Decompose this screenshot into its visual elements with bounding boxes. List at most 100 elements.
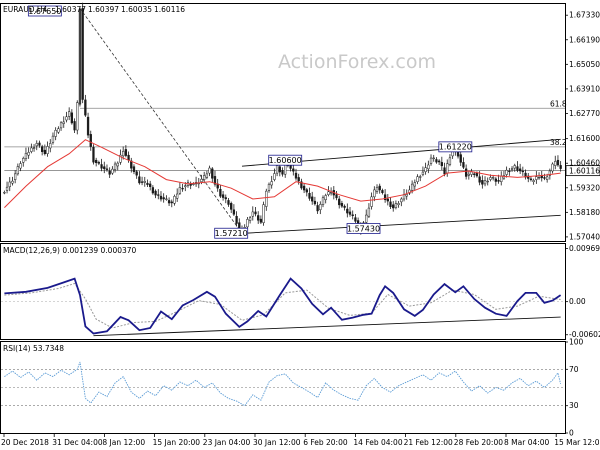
candle-body — [103, 166, 106, 170]
candle-body — [554, 161, 557, 166]
candle-body — [124, 149, 128, 156]
x-tick-label-7: 14 Feb 04:00 — [353, 438, 402, 447]
candle-body — [38, 142, 41, 146]
macd-ytick-label-1: 0.00 — [569, 297, 586, 306]
candle-body — [270, 181, 273, 186]
candle-body — [95, 159, 98, 163]
candle-body — [473, 173, 476, 175]
candle-body — [375, 186, 379, 192]
candle-body — [556, 159, 560, 166]
candle-body — [14, 173, 17, 180]
candle-body — [381, 190, 384, 193]
candle-body — [92, 147, 95, 163]
annotation-label-4: 1.57430 — [347, 224, 380, 233]
candle-body — [335, 194, 338, 199]
candle-body — [292, 168, 295, 172]
candle-body — [281, 170, 284, 175]
candle-body — [154, 190, 157, 196]
price-ytick-label-8: 1.58180 — [569, 208, 600, 217]
candle-body — [421, 171, 425, 175]
candle-body — [351, 214, 354, 216]
candle-body — [294, 172, 298, 179]
candle-body — [89, 134, 92, 147]
candle-body — [513, 165, 516, 169]
candle-body — [278, 166, 281, 173]
candle-body — [559, 165, 562, 169]
candle-body — [105, 168, 109, 170]
candle-body — [32, 147, 36, 149]
annotation-label-1: 1.60600 — [269, 156, 302, 165]
candle-body — [65, 116, 68, 121]
watermark: ActionForex.com — [278, 51, 436, 73]
price-ytick-label-1: 1.66190 — [569, 35, 600, 44]
candle-body — [343, 205, 346, 208]
candle-body — [481, 180, 484, 185]
candle-body — [419, 176, 422, 178]
candle-body — [46, 146, 49, 154]
candle-body — [516, 166, 519, 171]
candle-body — [424, 167, 427, 172]
candle-body — [16, 166, 20, 175]
candle-body — [348, 211, 352, 215]
candle-body — [413, 182, 416, 187]
candle-body — [122, 151, 125, 157]
candle-body — [149, 183, 152, 187]
candle-body — [246, 219, 249, 228]
candle-body — [429, 157, 433, 164]
candle-body — [54, 130, 57, 137]
candle-body — [405, 194, 408, 197]
candle-body — [313, 200, 317, 205]
price-ytick-label-5: 1.61600 — [569, 134, 600, 143]
annotation-label-3: 1.57210 — [215, 229, 248, 238]
x-tick-label-3: 15 Jan 20:00 — [153, 438, 201, 447]
x-tick-label-1: 31 Dec 04:00 — [52, 438, 103, 447]
candle-body — [5, 186, 9, 191]
candle-body — [467, 173, 470, 176]
candle-body — [27, 152, 30, 156]
candle-body — [367, 207, 371, 217]
candle-body — [200, 178, 203, 183]
candle-body — [354, 217, 357, 222]
candle-body — [451, 151, 454, 157]
candle-body — [316, 205, 319, 212]
x-tick-label-8: 21 Feb 12:00 — [404, 438, 453, 447]
rsi-ytick-label-3: 0 — [569, 429, 574, 438]
candle-body — [111, 168, 114, 174]
candle-body — [100, 164, 103, 169]
candle-body — [302, 185, 306, 191]
candle-body — [297, 177, 300, 182]
candle-body — [140, 181, 144, 183]
candle — [81, 2, 84, 104]
candle-body — [173, 196, 176, 204]
candle-body — [489, 177, 492, 180]
candle-body — [81, 8, 84, 100]
candle-body — [151, 187, 155, 194]
candle-body — [535, 176, 538, 180]
candle-body — [108, 170, 111, 175]
candle-body — [86, 116, 90, 136]
candle-body — [84, 99, 87, 116]
candle-body — [205, 173, 209, 178]
candle-body — [51, 135, 55, 143]
candle-body — [43, 149, 47, 154]
candle-body — [167, 200, 171, 204]
candle-body — [262, 204, 265, 223]
candle-body — [440, 162, 443, 167]
candle-body — [329, 192, 333, 194]
candle-body — [370, 196, 373, 207]
price-ytick-label-9: 1.57040 — [569, 232, 600, 241]
x-tick-label-11: 15 Mar 12:00 — [554, 438, 600, 447]
price-title: EURAUD,H4 — [3, 5, 48, 14]
x-tick-label-9: 28 Feb 20:00 — [454, 438, 503, 447]
candle-body — [338, 198, 341, 206]
candle-body — [224, 197, 227, 200]
candle-body — [235, 215, 238, 224]
candle-body — [203, 175, 206, 180]
candle-body — [59, 122, 63, 129]
candle-body — [386, 198, 389, 202]
candle-body — [3, 192, 6, 194]
level-label-0: 61.8 — [550, 99, 567, 108]
candle-body — [22, 158, 25, 163]
x-tick-label-6: 6 Feb 20:00 — [303, 438, 348, 447]
price-ytick-label-0: 1.67330 — [569, 11, 600, 20]
